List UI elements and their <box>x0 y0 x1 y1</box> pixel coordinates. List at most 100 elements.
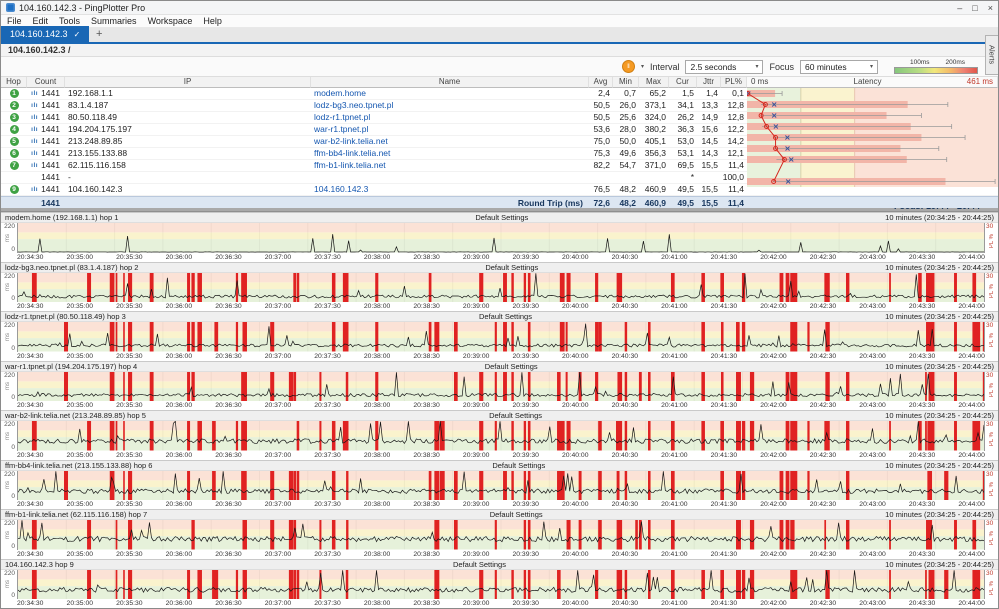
timeline-graph[interactable]: war-r1.tpnet.pl (194.204.175.197) hop 4D… <box>1 361 998 411</box>
menu-summaries[interactable]: Summaries <box>91 16 137 26</box>
maximize-button[interactable]: □ <box>972 1 977 15</box>
latency-plot[interactable] <box>17 273 985 303</box>
menu-workspace[interactable]: Workspace <box>148 16 193 26</box>
time-label: 20:42:00 <box>760 451 786 460</box>
latency-plot[interactable] <box>17 223 985 253</box>
trace-graph-icon[interactable]: ılı <box>31 100 38 111</box>
jitter-value: 13,3 <box>697 100 721 111</box>
col-ip[interactable]: IP <box>65 77 311 88</box>
trace-graph-icon[interactable]: ılı <box>31 124 38 135</box>
hop-name[interactable]: war-b2-link.telia.net <box>311 136 589 147</box>
col-pl[interactable]: PL% <box>721 77 747 88</box>
minimize-button[interactable]: – <box>957 1 962 15</box>
jitter-value: 14,3 <box>697 148 721 159</box>
rt-pl: 11,4 <box>721 197 747 209</box>
target-address[interactable]: 104.160.142.3 / <box>8 45 71 55</box>
time-label: 20:39:00 <box>463 352 489 361</box>
latency-plot[interactable] <box>17 372 985 402</box>
timeline-graph[interactable]: lodz-r1.tpnet.pl (80.50.118.49) hop 3Def… <box>1 311 998 361</box>
tab-target[interactable]: 104.160.142.3 ✓ <box>1 26 89 42</box>
hop-badge: 9 <box>10 185 19 194</box>
new-tab-button[interactable]: + <box>89 26 109 42</box>
sample-count: 1441 <box>41 184 60 195</box>
avg-value: 82,2 <box>589 160 613 171</box>
timeline-graph[interactable]: lodz-bg3.neo.tpnet.pl (83.1.4.187) hop 2… <box>1 262 998 312</box>
latency-plot[interactable] <box>17 520 985 550</box>
time-label: 20:42:00 <box>760 599 786 608</box>
y-min-label: 0 <box>11 246 15 253</box>
time-label: 20:36:00 <box>166 401 192 410</box>
time-label: 20:35:30 <box>116 550 142 559</box>
hop-name[interactable]: 104.160.142.3 <box>311 184 589 195</box>
col-hop[interactable]: Hop <box>1 77 27 88</box>
latency-plot[interactable] <box>17 322 985 352</box>
col-cur[interactable]: Cur <box>669 77 697 88</box>
avg-value: 75,3 <box>589 148 613 159</box>
interval-select[interactable]: 2.5 seconds ▾ <box>685 60 763 74</box>
time-label: 20:39:30 <box>512 352 538 361</box>
hop-name[interactable]: ffm-bb4-link.telia.net <box>311 148 589 159</box>
latency-plot[interactable] <box>17 570 985 600</box>
time-label: 20:41:00 <box>661 550 687 559</box>
timeline-graph[interactable]: ffm-bb4-link.telia.net (213.155.133.88) … <box>1 460 998 510</box>
hop-name[interactable]: modem.home <box>311 88 589 99</box>
timeline-graph[interactable]: war-b2-link.telia.net (213.248.89.85) ho… <box>1 410 998 460</box>
time-label: 20:36:30 <box>215 302 241 311</box>
hop-number-cell: 4 <box>1 124 27 135</box>
time-label: 20:37:30 <box>314 550 340 559</box>
alerts-side-tab[interactable]: Alerts <box>985 35 998 75</box>
time-label: 20:43:30 <box>909 401 935 410</box>
sample-count-cell: ılı1441 <box>27 88 65 99</box>
hop-badge: 7 <box>10 161 19 170</box>
trace-graph-icon[interactable]: ılı <box>31 88 38 99</box>
time-label: 20:37:30 <box>314 302 340 311</box>
col-avg[interactable]: Avg <box>589 77 613 88</box>
latency-plot[interactable] <box>17 421 985 451</box>
menu-tools[interactable]: Tools <box>59 16 80 26</box>
hop-name[interactable]: lodz-bg3.neo.tpnet.pl <box>311 100 589 111</box>
col-max[interactable]: Max <box>639 77 669 88</box>
menu-file[interactable]: File <box>7 16 22 26</box>
trace-graph-icon[interactable]: ılı <box>31 160 38 171</box>
packet-loss-value: 12,2 <box>721 124 747 135</box>
pause-menu-caret-icon[interactable]: ▾ <box>641 63 644 70</box>
time-label: 20:43:30 <box>909 302 935 311</box>
time-label: 20:35:00 <box>67 302 93 311</box>
latency-axis: 220ms0 <box>1 372 17 402</box>
hop-ip: 194.204.175.197 <box>65 124 311 135</box>
graph-header: ffm-bb4-link.telia.net (213.155.133.88) … <box>1 461 998 471</box>
latency-range-panel[interactable] <box>747 88 999 187</box>
trace-graph-icon[interactable]: ılı <box>31 184 38 195</box>
col-min[interactable]: Min <box>613 77 639 88</box>
menu-help[interactable]: Help <box>203 16 222 26</box>
timeline-graph[interactable]: modem.home (192.168.1.1) hop 1Default Se… <box>1 212 998 262</box>
col-name[interactable]: Name <box>311 77 589 88</box>
pause-button[interactable]: ‖ <box>622 60 635 73</box>
max-value: 356,3 <box>639 148 669 159</box>
graph-range-label: 10 minutes (20:34:25 - 20:44:25) <box>885 510 994 519</box>
col-jttr[interactable]: Jttr <box>697 77 721 88</box>
time-label: 20:38:30 <box>413 352 439 361</box>
timeline-graph[interactable]: ffm-b1-link.telia.net (62.115.116.158) h… <box>1 509 998 559</box>
time-label: 20:44:00 <box>958 352 984 361</box>
graph-title: lodz-bg3.neo.tpnet.pl (83.1.4.187) hop 2 <box>5 263 138 272</box>
menu-edit[interactable]: Edit <box>33 16 49 26</box>
latency-plot[interactable] <box>17 471 985 501</box>
close-button[interactable]: × <box>988 1 993 15</box>
time-label: 20:37:30 <box>314 401 340 410</box>
trace-graph-icon[interactable]: ılı <box>31 112 38 123</box>
hop-name[interactable]: lodz-r1.tpnet.pl <box>311 112 589 123</box>
time-label: 20:36:30 <box>215 599 241 608</box>
hop-name[interactable] <box>311 172 589 183</box>
trace-graph-icon[interactable]: ılı <box>31 148 38 159</box>
pl-max-label: 30 <box>986 223 993 230</box>
focus-select[interactable]: 60 minutes ▾ <box>800 60 878 74</box>
hop-name[interactable]: ffm-b1-link.telia.net <box>311 160 589 171</box>
trace-graph-icon[interactable]: ılı <box>31 136 38 147</box>
sample-count-cell: ılı1441 <box>27 160 65 171</box>
hop-name[interactable]: war-r1.tpnet.pl <box>311 124 589 135</box>
time-label: 20:37:30 <box>314 599 340 608</box>
latency-scale-bar[interactable] <box>894 67 978 74</box>
timeline-graph[interactable]: 104.160.142.3 hop 9Default Settings10 mi… <box>1 559 998 609</box>
col-count[interactable]: Count <box>27 77 65 88</box>
